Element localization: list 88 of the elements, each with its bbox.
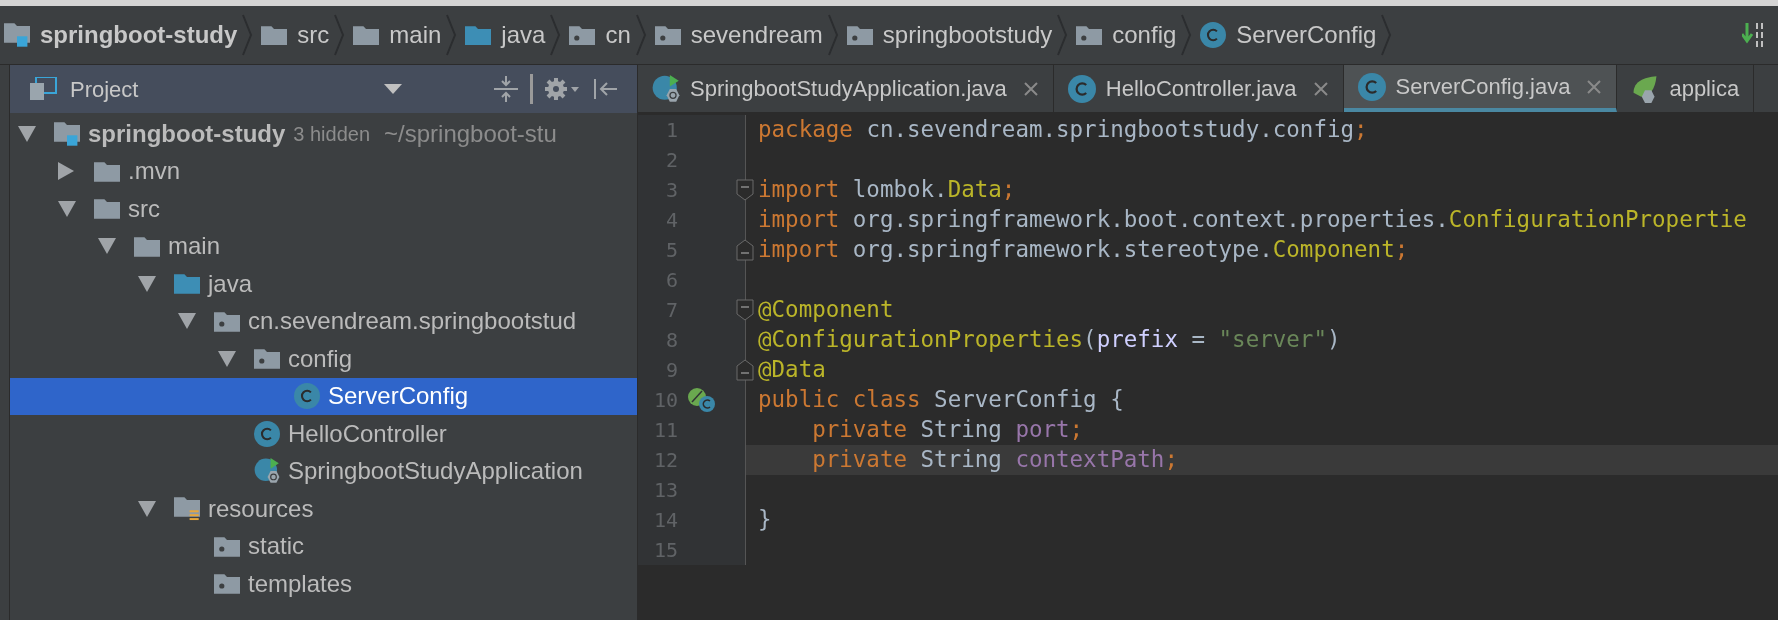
module-folder-icon [54, 120, 80, 147]
breadcrumb-item[interactable]: java [461, 17, 546, 53]
class-icon [1200, 22, 1227, 48]
resources-folder-icon [174, 495, 200, 522]
expanded-arrow-icon[interactable] [178, 313, 196, 330]
editor-tab[interactable]: HelloController.java [1053, 65, 1344, 112]
breadcrumb-item[interactable]: springbootstudy [842, 17, 1053, 53]
fold-icon[interactable] [736, 359, 754, 381]
module-folder-icon [4, 22, 30, 48]
editor-tab[interactable]: ServerConfig.java [1343, 65, 1618, 112]
breadcrumb-item[interactable]: main [349, 17, 442, 53]
spring-bean-icon[interactable] [688, 387, 716, 413]
settings-icon[interactable] [545, 77, 581, 101]
tree-item[interactable]: SpringbootStudyApplication [10, 452, 637, 490]
dropdown-caret-icon[interactable] [384, 84, 402, 94]
tree-item-label: main [168, 231, 221, 262]
tree-item[interactable]: templates [10, 565, 637, 603]
tree-item[interactable]: resources [10, 490, 637, 528]
tree-item-label: src [128, 193, 160, 224]
tree-item[interactable]: ServerConfig [10, 377, 637, 415]
collapse-all-icon[interactable] [494, 76, 518, 102]
tree-item[interactable]: .mvn [10, 152, 637, 190]
folder-icon [261, 24, 288, 46]
folder-icon [94, 198, 120, 220]
expanded-arrow-icon[interactable] [138, 500, 156, 517]
tree-item[interactable]: java [10, 265, 637, 303]
hide-panel-icon[interactable] [593, 77, 619, 101]
tree-item-label: springboot-study [88, 118, 286, 149]
breadcrumb-item[interactable]: src [257, 17, 330, 53]
tree-item[interactable]: HelloController [10, 415, 637, 453]
tree-item[interactable]: main [10, 227, 637, 265]
tree-item-label: ServerConfig [328, 381, 469, 412]
expanded-arrow-icon[interactable] [98, 238, 116, 255]
close-icon[interactable] [1586, 78, 1603, 95]
package-folder-icon [214, 310, 240, 332]
close-icon[interactable] [1022, 80, 1039, 97]
close-icon[interactable] [1312, 80, 1329, 97]
fold-icon[interactable] [736, 179, 754, 201]
expanded-arrow-icon[interactable] [18, 125, 36, 142]
expanded-arrow-icon[interactable] [218, 350, 236, 367]
collapsed-arrow-icon[interactable] [58, 162, 74, 181]
class-icon [1357, 72, 1386, 101]
package-folder-icon [214, 535, 240, 557]
class-icon [294, 383, 320, 410]
class-icon [1067, 74, 1096, 103]
package-folder-icon [654, 24, 681, 46]
breadcrumb-item[interactable]: cn [565, 17, 631, 53]
tree-item-label: config [288, 343, 353, 374]
folder-icon [174, 273, 200, 295]
tree-item-label: SpringbootStudyApplication [288, 456, 583, 487]
breadcrumb-item[interactable]: config [1072, 17, 1177, 53]
tree-item[interactable]: springboot-study 3 hidden ~/springboot-stu [10, 115, 637, 153]
spring-app-class-icon [254, 458, 280, 485]
expanded-arrow-icon[interactable] [58, 200, 76, 217]
project-view-icon [28, 77, 58, 101]
hidden-count: 3 hidden [293, 121, 371, 147]
folder-icon [134, 235, 160, 257]
folder-icon [94, 160, 120, 182]
tree-item[interactable]: config [10, 340, 637, 378]
editor-tab[interactable]: SpringbootStudyApplication.java [638, 65, 1054, 112]
tree-item-label: templates [248, 568, 353, 599]
tree-item-label: java [208, 268, 253, 299]
tree-item-label: cn.sevendream.springbootstud [248, 306, 577, 337]
class-icon [254, 420, 280, 447]
package-folder-icon [569, 24, 596, 46]
folder-icon [465, 24, 492, 46]
package-folder-icon [214, 573, 240, 595]
tree-item-label: resources [208, 493, 314, 524]
editor-tab[interactable]: applica [1617, 65, 1755, 112]
folder-icon [353, 24, 380, 46]
package-folder-icon [254, 348, 280, 370]
package-folder-icon [846, 24, 873, 46]
package-folder-icon [1076, 24, 1103, 46]
tree-item-label: .mvn [128, 156, 180, 187]
breadcrumb-item[interactable]: sevendream [650, 17, 823, 53]
expanded-arrow-icon[interactable] [138, 275, 156, 292]
fold-icon[interactable] [736, 239, 754, 261]
tree-item-label: HelloController [288, 418, 447, 449]
tree-item-label: static [248, 531, 304, 562]
project-path: ~/springboot-stu [384, 118, 557, 149]
tree-item[interactable]: cn.sevendream.springbootstud [10, 302, 637, 340]
tree-item[interactable]: src [10, 190, 637, 228]
breadcrumb-item[interactable]: ServerConfig [1196, 17, 1377, 53]
fold-icon[interactable] [736, 299, 754, 321]
panel-title: Project [70, 75, 139, 104]
spring-app-class-icon [652, 74, 680, 103]
tree-item[interactable]: static [10, 527, 637, 565]
breadcrumb-item[interactable]: springboot-study [0, 17, 238, 53]
